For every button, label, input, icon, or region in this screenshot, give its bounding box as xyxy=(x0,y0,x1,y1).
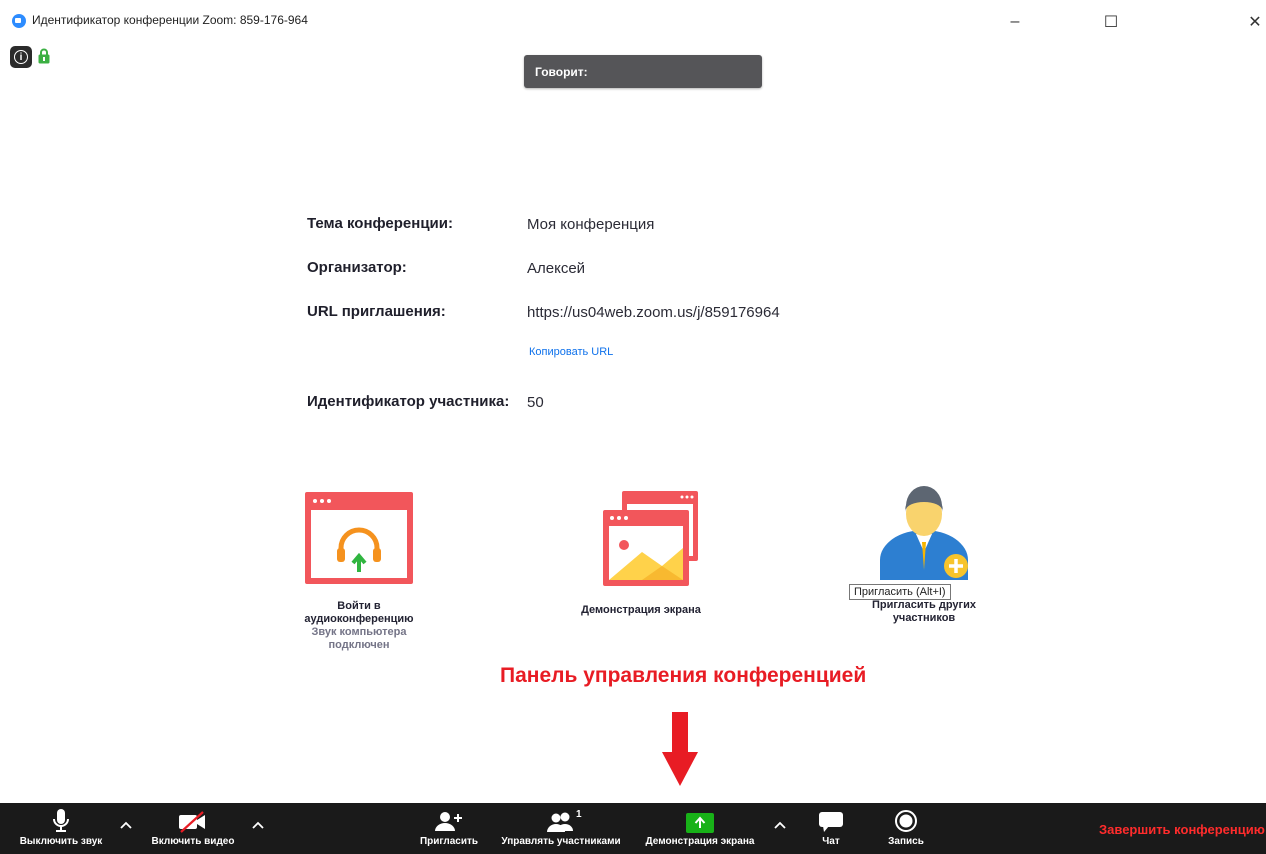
join-audio-tile[interactable]: Войти в аудиоконференцию Звук компьютера… xyxy=(278,490,440,652)
participant-id-value: 50 xyxy=(527,394,544,411)
chat-icon xyxy=(819,812,843,832)
invite-tooltip: Пригласить (Alt+I) xyxy=(849,584,951,600)
join-audio-label-line1: Войти в xyxy=(337,600,381,612)
share-screen-label: Демонстрация экрана xyxy=(581,604,701,616)
record-icon xyxy=(895,810,917,832)
mute-label: Выключить звук xyxy=(19,836,103,847)
join-audio-label-line2: аудиоконференцию xyxy=(304,613,414,625)
start-video-label: Включить видео xyxy=(151,836,235,847)
audio-status-line2: подключен xyxy=(328,639,390,651)
meeting-toolbar: Выключить звук Включить видео Пригласить… xyxy=(0,803,1266,854)
participant-id-label: Идентификатор участника: xyxy=(307,393,510,410)
active-speaker-label: Говорит: xyxy=(524,55,762,88)
join-audio-icon xyxy=(305,492,413,584)
mute-button[interactable]: Выключить звук xyxy=(0,803,122,854)
video-off-icon xyxy=(179,811,205,833)
share-screen-icon xyxy=(603,491,698,586)
window-titlebar: Идентификатор конференции Zoom: 859-176-… xyxy=(0,0,1266,44)
chat-label: Чат xyxy=(822,836,840,847)
microphone-icon xyxy=(53,809,69,832)
topic-label: Тема конференции: xyxy=(307,215,453,232)
invite-url-value: https://us04web.zoom.us/j/859176964 xyxy=(527,304,780,321)
window-title: Идентификатор конференции Zoom: 859-176-… xyxy=(32,13,308,27)
invite-label-line2: участников xyxy=(892,612,956,624)
share-screen-toolbar-icon xyxy=(686,813,714,833)
host-label: Организатор: xyxy=(307,259,407,276)
topic-value: Моя конференция xyxy=(527,216,655,233)
video-options-chevron-up-icon[interactable] xyxy=(250,817,266,833)
share-screen-tile[interactable]: Демонстрация экрана xyxy=(562,490,720,617)
start-video-button[interactable]: Включить видео xyxy=(140,803,246,854)
invite-url-label: URL приглашения: xyxy=(307,303,446,320)
invite-label-line1: Пригласить других xyxy=(871,599,977,611)
audio-status-line1: Звук компьютера xyxy=(311,626,407,638)
lock-icon[interactable] xyxy=(38,48,50,64)
manage-participants-button[interactable]: Управлять участниками xyxy=(488,803,634,854)
copy-url-link[interactable]: Копировать URL xyxy=(529,346,613,358)
invite-button[interactable]: Пригласить xyxy=(412,803,486,854)
record-label: Запись xyxy=(888,836,924,847)
end-meeting-button[interactable]: Завершить конференцию xyxy=(1099,822,1265,837)
zoom-logo-icon xyxy=(12,14,26,28)
share-options-chevron-up-icon[interactable] xyxy=(772,817,788,833)
invite-toolbar-label: Пригласить xyxy=(419,836,479,847)
minimize-button[interactable]: – xyxy=(1000,8,1030,36)
record-button[interactable]: Запись xyxy=(876,803,936,854)
invite-tile[interactable]: Пригласить других участников xyxy=(842,482,1006,625)
participants-count-badge: 1 xyxy=(576,809,582,820)
manage-participants-label: Управлять участниками xyxy=(501,836,621,847)
audio-options-chevron-up-icon[interactable] xyxy=(118,817,134,833)
add-participant-icon xyxy=(435,812,462,831)
invite-person-icon xyxy=(880,486,968,580)
arrow-down-icon xyxy=(662,712,698,786)
share-screen-toolbar-label: Демонстрация экрана xyxy=(645,836,755,847)
meeting-info-icon[interactable]: i xyxy=(10,46,32,68)
annotation-text: Панель управления конференцией xyxy=(500,664,867,687)
maximize-button[interactable]: ☐ xyxy=(1096,8,1126,36)
host-value: Алексей xyxy=(527,260,586,277)
share-screen-button[interactable]: Демонстрация экрана xyxy=(636,803,764,854)
chat-button[interactable]: Чат xyxy=(806,803,856,854)
participants-icon xyxy=(547,812,573,832)
close-button[interactable]: ✕ xyxy=(1240,8,1266,36)
